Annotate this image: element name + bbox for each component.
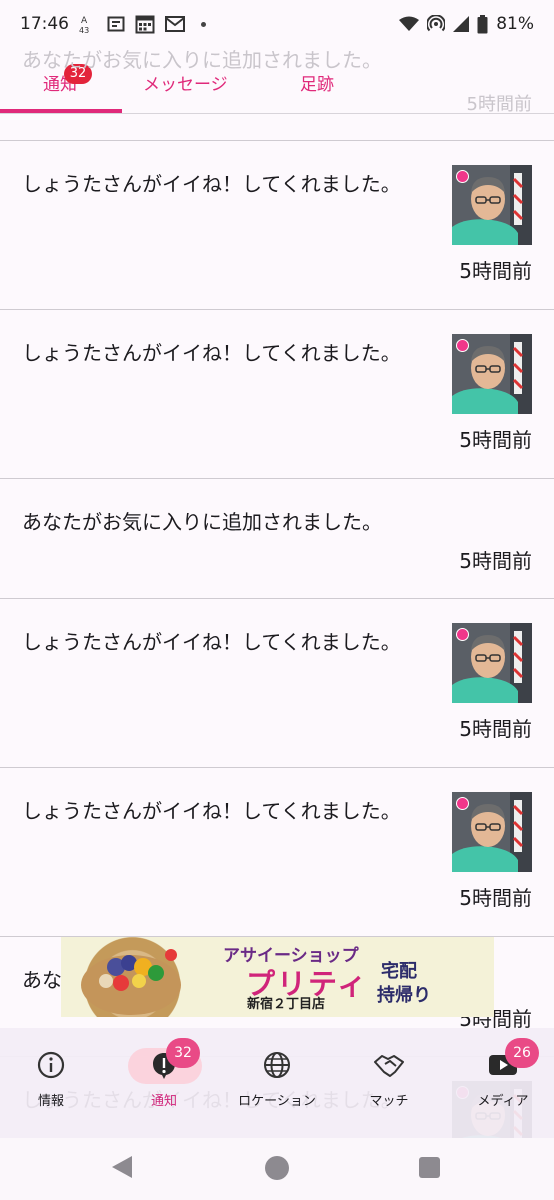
- nav-match[interactable]: マッチ: [339, 1050, 439, 1109]
- nav-media-label: メディア: [477, 1094, 529, 1109]
- home-icon[interactable]: [265, 1156, 289, 1180]
- ad-takeout: 持帰り: [377, 985, 431, 1006]
- signal-icon: [453, 16, 470, 32]
- notification-item[interactable]: しょうたさんがイイね！してくれました。 5時間前: [0, 140, 554, 309]
- notification-time: 5時間前: [459, 717, 532, 741]
- svg-text:43: 43: [79, 26, 89, 34]
- nav-location-label: ロケーション: [238, 1094, 316, 1109]
- battery-percent: 81%: [496, 14, 534, 34]
- data-saver-icon: A 43: [79, 14, 97, 34]
- ad-branch: 新宿２丁目店: [247, 997, 326, 1012]
- notification-text: あなたがお気に入りに追加されました。: [22, 510, 382, 534]
- tab-footprints[interactable]: 足跡: [300, 70, 334, 95]
- notification-item[interactable]: しょうたさんがイイね！してくれました。 5時間前: [0, 598, 554, 767]
- calendar-icon: [135, 14, 155, 34]
- notification-time: 5時間前: [459, 259, 532, 283]
- recents-icon[interactable]: [419, 1157, 440, 1178]
- notification-item[interactable]: しょうたさんがイイね！してくれました。 5時間前: [0, 767, 554, 936]
- notification-text: しょうたさんがイイね！してくれました。: [22, 630, 401, 654]
- notification-time: 5時間前: [459, 549, 532, 573]
- nav-match-label: マッチ: [369, 1094, 409, 1109]
- notification-item[interactable]: あなたがお気に入りに追加されました。 5時間前: [0, 478, 554, 598]
- more-notifications-icon: [201, 21, 206, 27]
- ghost-notification-text: あなたがお気に入りに追加されました。: [22, 48, 382, 72]
- notification-text: しょうたさんがイイね！してくれました。: [22, 341, 401, 365]
- nav-notifications-label: 通知: [150, 1094, 177, 1109]
- notification-time: 5時間前: [459, 428, 532, 452]
- tab-messages[interactable]: メッセージ: [143, 70, 228, 95]
- active-tab-indicator: [0, 109, 122, 113]
- notification-time: 5時間前: [459, 886, 532, 910]
- nav-media-badge: 26: [505, 1038, 539, 1068]
- notification-text: しょうたさんがイイね！してくれました。: [22, 799, 401, 823]
- nav-notifications[interactable]: 通知: [114, 1050, 214, 1109]
- back-icon[interactable]: [112, 1156, 132, 1178]
- avatar[interactable]: [452, 334, 532, 414]
- info-icon: [1, 1050, 101, 1080]
- acai-bowl-image: [61, 937, 191, 1017]
- bottom-navigation: 情報 通知 32 ロケーション マッチ メディア 26: [0, 1028, 554, 1138]
- notification-item[interactable]: しょうたさんがイイね！してくれました。 5時間前: [0, 309, 554, 478]
- notes-icon: [107, 15, 125, 33]
- avatar[interactable]: [452, 623, 532, 703]
- system-navigation-bar: [0, 1138, 554, 1200]
- nav-media[interactable]: メディア: [453, 1050, 553, 1109]
- status-bar: 17:46 A 43 81%: [0, 0, 554, 48]
- clock: 17:46: [20, 14, 69, 34]
- svg-text:A: A: [81, 16, 88, 26]
- ghost-time: 5時間前: [466, 94, 532, 115]
- avatar[interactable]: [452, 165, 532, 245]
- nav-notifications-badge: 32: [166, 1038, 200, 1068]
- avatar[interactable]: [452, 792, 532, 872]
- handshake-icon: [339, 1050, 439, 1080]
- globe-icon: [227, 1050, 327, 1080]
- notification-text: しょうたさんがイイね！してくれました。: [22, 172, 401, 196]
- nav-location[interactable]: ロケーション: [227, 1050, 327, 1109]
- ad-content: アサイーショップ プリティ 新宿２丁目店 宅配 持帰り: [191, 937, 494, 1017]
- wifi-icon: [399, 16, 420, 32]
- ad-banner[interactable]: アサイーショップ プリティ 新宿２丁目店 宅配 持帰り: [61, 937, 494, 1017]
- nav-info[interactable]: 情報: [1, 1050, 101, 1109]
- mail-icon: [165, 16, 185, 32]
- battery-icon: [477, 14, 488, 34]
- nav-info-label: 情報: [37, 1094, 64, 1109]
- ad-delivery: 宅配: [381, 961, 417, 982]
- hotspot-icon: [427, 15, 446, 33]
